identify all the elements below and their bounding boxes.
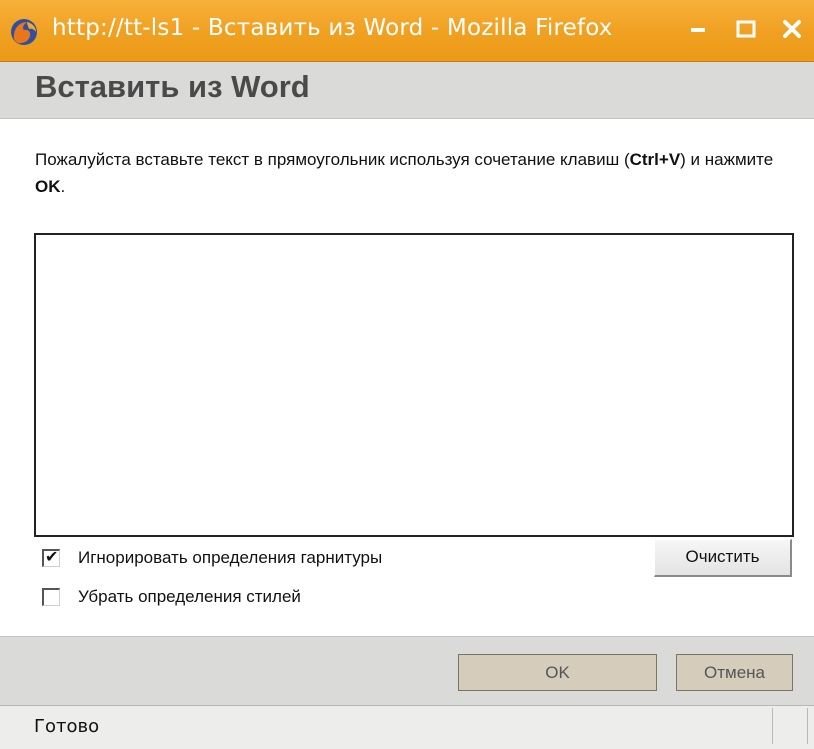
ok-button[interactable]: OK: [458, 654, 657, 691]
dialog-title: Вставить из Word: [35, 69, 310, 104]
ignore-font-checkbox[interactable]: ✔: [42, 547, 60, 567]
status-text: Готово: [34, 716, 100, 737]
ignore-font-option[interactable]: ✔ Игнорировать определения гарнитуры: [42, 546, 382, 570]
browser-window: http://tt-ls1 - Вставить из Word - Mozil…: [0, 0, 814, 749]
clear-button[interactable]: Очистить: [654, 539, 792, 577]
minimize-icon[interactable]: [683, 14, 713, 44]
cancel-button[interactable]: Отмена: [676, 654, 793, 691]
instructions-part3: .: [60, 177, 66, 196]
remove-styles-checkbox[interactable]: [42, 588, 60, 606]
instructions-text: Пожалуйста вставьте текст в прямоугольни…: [35, 146, 775, 200]
instructions-part1: Пожалуйста вставьте текст в прямоугольни…: [35, 150, 630, 169]
paste-textarea[interactable]: [34, 233, 794, 537]
firefox-icon: [11, 19, 37, 45]
window-title: http://tt-ls1 - Вставить из Word - Mozil…: [52, 15, 613, 41]
status-bar: Готово: [0, 705, 814, 749]
remove-styles-label: Убрать определения стилей: [78, 587, 301, 606]
close-icon[interactable]: [777, 14, 807, 44]
status-panel: [772, 708, 808, 744]
ignore-font-label: Игнорировать определения гарнитуры: [78, 548, 383, 567]
checkmark-icon: ✔: [45, 547, 59, 566]
remove-styles-option[interactable]: Убрать определения стилей: [42, 585, 301, 609]
shortcut-text: Ctrl+V: [629, 150, 681, 169]
maximize-icon[interactable]: [731, 14, 761, 44]
ok-word: OK: [35, 177, 61, 196]
dialog-header: Вставить из Word: [0, 62, 814, 119]
title-bar[interactable]: http://tt-ls1 - Вставить из Word - Mozil…: [0, 0, 814, 62]
dialog-footer: OK Отмена: [0, 636, 814, 705]
instructions-part2: ) и нажмите: [680, 150, 774, 169]
